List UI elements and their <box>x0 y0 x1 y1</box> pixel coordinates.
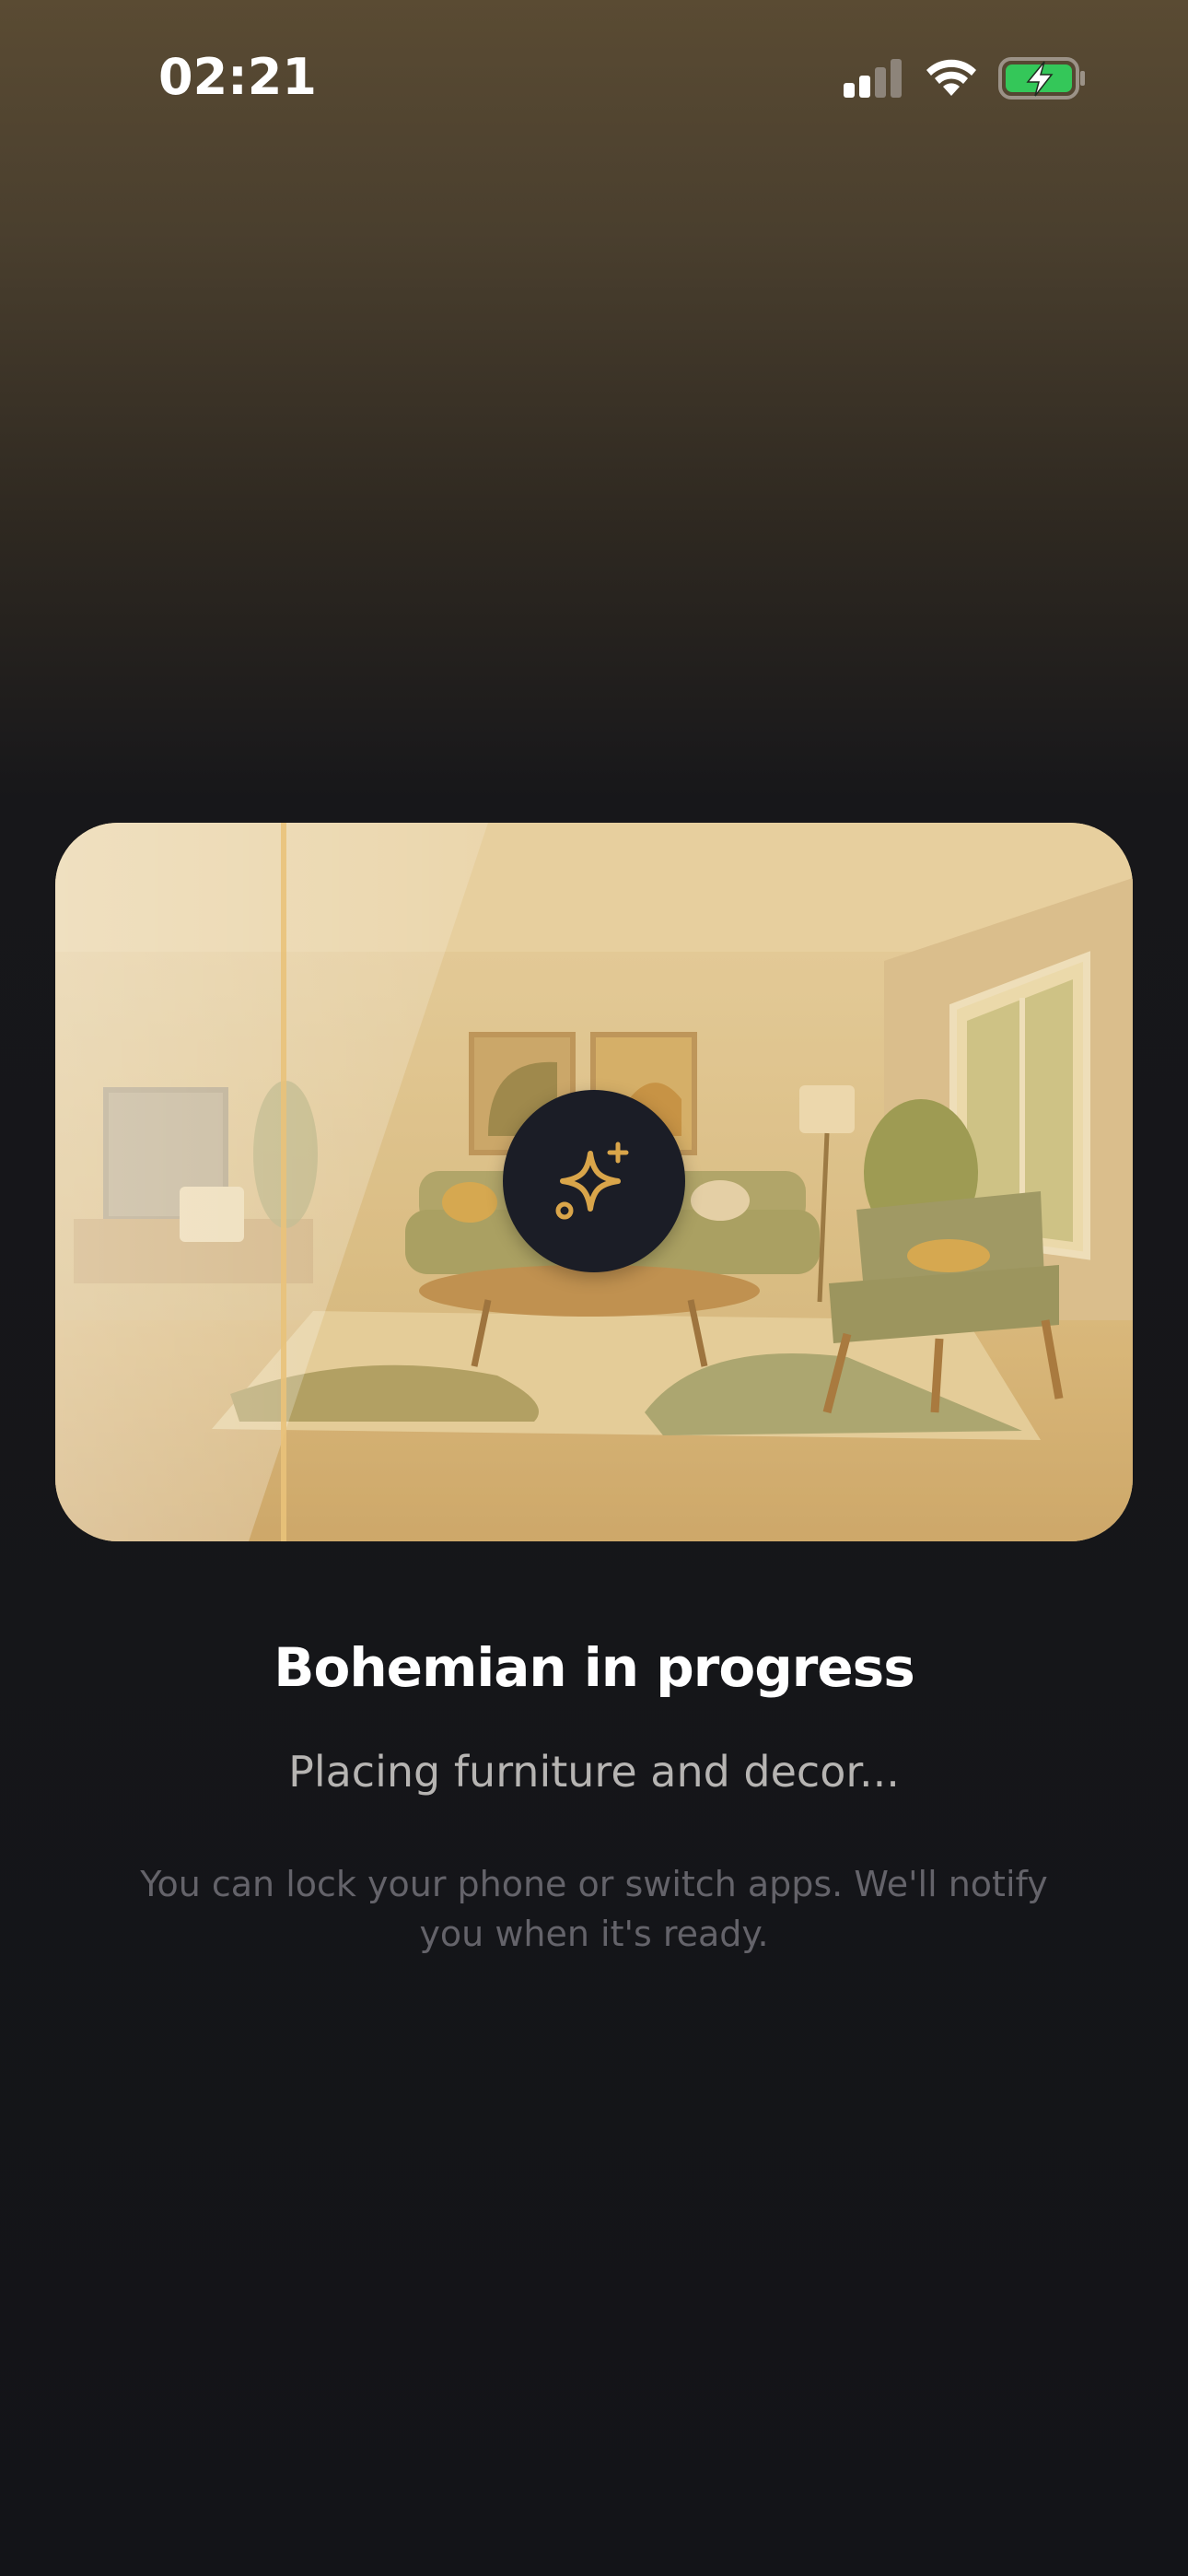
sparkle-badge <box>503 1090 685 1272</box>
progress-subtitle: Placing furniture and decor... <box>288 1747 900 1797</box>
cellular-signal-icon <box>844 59 902 98</box>
battery-charging-icon <box>998 57 1085 100</box>
status-bar: 02:21 <box>0 0 1188 166</box>
notify-note: You can lock your phone or switch apps. … <box>140 1864 1048 1954</box>
progress-title: Bohemian in progress <box>274 1636 914 1699</box>
room-preview-card <box>55 823 1133 1541</box>
status-time: 02:21 <box>158 48 317 106</box>
wifi-icon <box>926 59 976 96</box>
sparkle-icon <box>555 1142 629 1220</box>
